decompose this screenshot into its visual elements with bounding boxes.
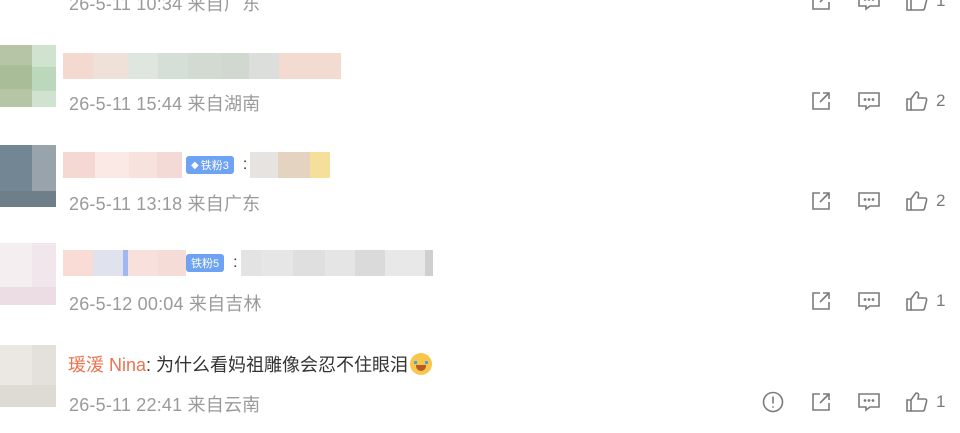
like-button[interactable]: 2 xyxy=(904,188,946,214)
thumbs-up-icon xyxy=(906,0,928,11)
thumbs-up-icon xyxy=(906,191,928,211)
comment-button[interactable] xyxy=(856,188,882,214)
report-icon xyxy=(762,391,784,413)
thumbs-up-icon xyxy=(906,91,928,111)
comment-icon xyxy=(858,0,880,11)
avatar[interactable] xyxy=(0,45,56,107)
report-button[interactable] xyxy=(760,389,786,415)
comment-meta: 26-5-12 00:04 来自吉林 xyxy=(69,294,262,314)
avatar[interactable] xyxy=(0,145,56,207)
share-icon xyxy=(812,92,830,110)
avatar[interactable] xyxy=(0,345,56,407)
comment-meta: 26-5-11 13:18 来自广东 xyxy=(69,194,261,214)
share-button[interactable] xyxy=(808,288,834,314)
comment-icon xyxy=(858,192,880,211)
share-icon xyxy=(812,192,830,210)
blurred-username[interactable] xyxy=(63,152,95,178)
share-icon xyxy=(812,0,830,10)
like-button[interactable]: 1 xyxy=(904,389,946,415)
comment-text-line: 铁粉5 : xyxy=(63,250,433,276)
comment-text-line xyxy=(63,53,341,79)
like-count: 2 xyxy=(936,191,946,210)
like-count: 1 xyxy=(936,291,946,310)
share-button[interactable] xyxy=(808,88,834,114)
fan-badge[interactable]: 铁粉5 xyxy=(186,254,225,272)
avatar[interactable] xyxy=(0,243,56,305)
like-button[interactable]: 1 xyxy=(904,288,946,314)
fan-badge[interactable]: ◆ 铁粉3 xyxy=(186,156,234,174)
comment-body: : 为什么看妈祖雕像会忍不住眼泪 xyxy=(146,355,409,375)
comment-icon xyxy=(858,393,880,412)
comment-icon xyxy=(858,92,880,111)
like-count: 2 xyxy=(936,91,946,110)
like-count: 1 xyxy=(936,392,946,411)
share-button[interactable] xyxy=(808,389,834,415)
comment-button[interactable] xyxy=(856,288,882,314)
comment-meta: 26-5-11 15:44 来自湖南 xyxy=(69,94,261,114)
comment-button[interactable] xyxy=(856,389,882,415)
comment-text-line: ◆ 铁粉3 : xyxy=(63,152,331,178)
share-button[interactable] xyxy=(808,0,834,14)
thumbs-up-icon xyxy=(906,392,928,412)
blurred-username[interactable] xyxy=(63,53,93,79)
like-button[interactable]: 1 xyxy=(904,0,946,14)
like-count: 1 xyxy=(936,0,946,10)
share-icon xyxy=(812,393,830,411)
share-button[interactable] xyxy=(808,188,834,214)
comment-text-line: 瑗湲 Nina: 为什么看妈祖雕像会忍不住眼泪 xyxy=(68,351,433,377)
comment-button[interactable] xyxy=(856,88,882,114)
username-link[interactable]: 瑗湲 Nina xyxy=(68,355,146,375)
comment-button[interactable] xyxy=(856,0,882,14)
crying-face-icon xyxy=(410,353,433,375)
diamond-icon: ◆ xyxy=(191,159,199,171)
blurred-username[interactable] xyxy=(63,250,93,276)
comment-meta: 26-5-11 10:34 来自广东 xyxy=(69,0,261,14)
thumbs-up-icon xyxy=(906,291,928,311)
comment-meta: 26-5-11 22:41 来自云南 xyxy=(69,395,261,415)
comment-icon xyxy=(858,292,880,311)
like-button[interactable]: 2 xyxy=(904,88,946,114)
share-icon xyxy=(812,292,830,310)
